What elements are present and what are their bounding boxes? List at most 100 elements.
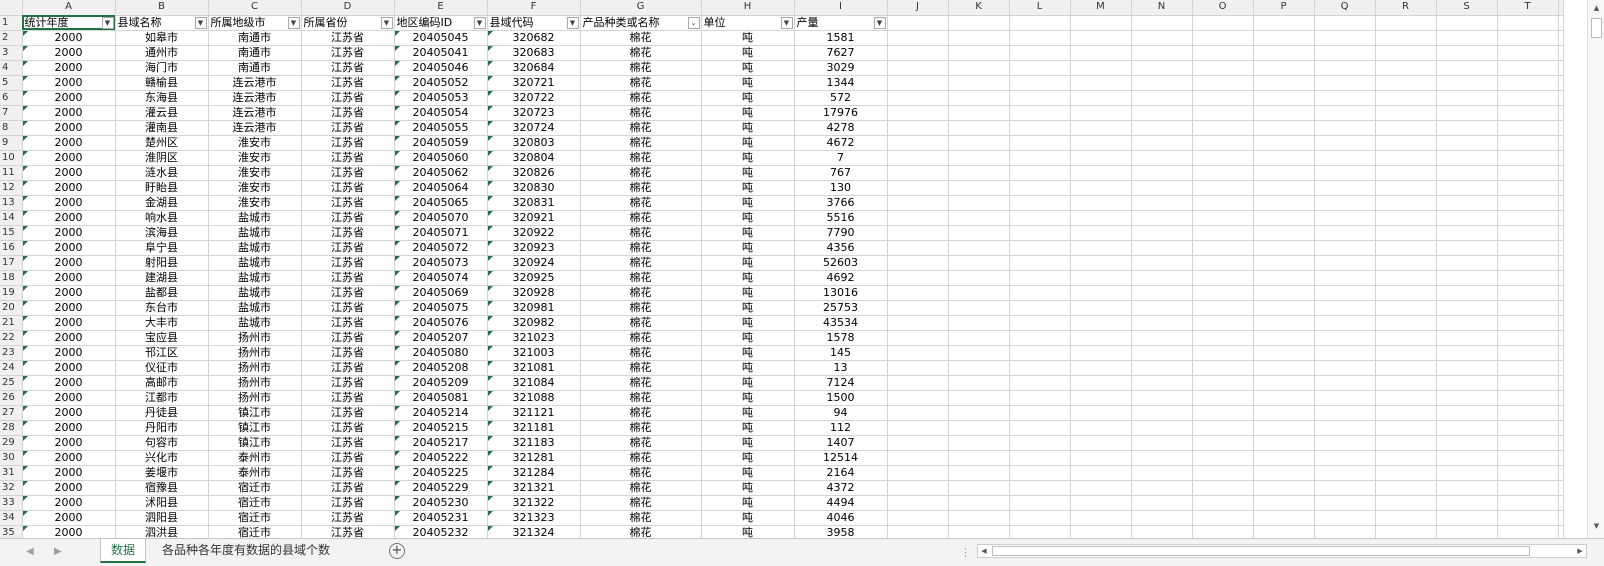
empty-cell[interactable]: [1253, 240, 1315, 256]
header-cell[interactable]: 所属地级市 ▼: [208, 15, 302, 31]
empty-cell[interactable]: [887, 270, 949, 286]
data-cell[interactable]: 4494: [794, 495, 888, 511]
empty-cell[interactable]: [1192, 90, 1254, 106]
empty-cell[interactable]: [1375, 300, 1437, 316]
data-cell[interactable]: 宝应县: [115, 330, 209, 346]
empty-cell[interactable]: [1497, 270, 1559, 286]
empty-cell[interactable]: [1375, 195, 1437, 211]
data-cell[interactable]: 2000: [22, 420, 116, 436]
data-cell[interactable]: 17976: [794, 105, 888, 121]
empty-cell[interactable]: [1314, 45, 1376, 61]
data-cell[interactable]: 江都市: [115, 390, 209, 406]
add-sheet-button[interactable]: +: [389, 543, 405, 559]
empty-cell[interactable]: [1314, 60, 1376, 76]
empty-cell[interactable]: [1192, 510, 1254, 526]
filter-dropdown-icon[interactable]: ▼: [473, 16, 486, 29]
data-cell[interactable]: 江苏省: [301, 285, 395, 301]
empty-cell[interactable]: [1375, 390, 1437, 406]
empty-cell[interactable]: [1375, 360, 1437, 376]
data-cell[interactable]: 吨: [701, 270, 795, 286]
data-cell[interactable]: 棉花: [580, 420, 702, 436]
empty-cell[interactable]: [1192, 180, 1254, 196]
data-cell[interactable]: 吨: [701, 465, 795, 481]
empty-cell[interactable]: [1375, 525, 1437, 538]
data-cell[interactable]: 盐都县: [115, 285, 209, 301]
empty-cell[interactable]: [948, 75, 1010, 91]
data-cell[interactable]: 20405080: [394, 345, 488, 361]
empty-cell[interactable]: [1070, 135, 1132, 151]
empty-cell[interactable]: [1375, 30, 1437, 46]
empty-cell[interactable]: [1436, 450, 1498, 466]
empty-cell[interactable]: [1558, 330, 1564, 346]
empty-cell[interactable]: [1070, 420, 1132, 436]
empty-cell[interactable]: [1497, 480, 1559, 496]
data-cell[interactable]: 2000: [22, 180, 116, 196]
row-header[interactable]: 8: [0, 120, 23, 136]
data-cell[interactable]: 棉花: [580, 135, 702, 151]
data-cell[interactable]: 江苏省: [301, 105, 395, 121]
row-header[interactable]: 22: [0, 330, 23, 346]
empty-cell[interactable]: [1558, 120, 1564, 136]
row-header[interactable]: 19: [0, 285, 23, 301]
empty-cell[interactable]: [1497, 210, 1559, 226]
data-cell[interactable]: 淮安市: [208, 150, 302, 166]
empty-cell[interactable]: [1070, 345, 1132, 361]
empty-cell[interactable]: [1436, 360, 1498, 376]
empty-cell[interactable]: [1558, 375, 1564, 391]
empty-cell[interactable]: [1314, 435, 1376, 451]
data-cell[interactable]: 镇江市: [208, 435, 302, 451]
empty-cell[interactable]: [1009, 420, 1071, 436]
empty-cell[interactable]: [1192, 285, 1254, 301]
data-cell[interactable]: 棉花: [580, 525, 702, 538]
grid-table[interactable]: ABCDEFGHIJKLMNOPQRST 1 统计年度 ▼ 县域名称 ▼ 所属地级市 ▼ 所属…: [0, 0, 1564, 538]
empty-cell[interactable]: [1192, 240, 1254, 256]
data-cell[interactable]: 建湖县: [115, 270, 209, 286]
empty-cell[interactable]: [1070, 45, 1132, 61]
empty-cell[interactable]: [1558, 345, 1564, 361]
data-cell[interactable]: 320830: [487, 180, 581, 196]
column-header-f[interactable]: F: [487, 0, 581, 16]
empty-cell[interactable]: [1070, 75, 1132, 91]
empty-cell[interactable]: [1436, 465, 1498, 481]
data-cell[interactable]: 丹阳市: [115, 420, 209, 436]
data-cell[interactable]: 吨: [701, 195, 795, 211]
data-cell[interactable]: 兴化市: [115, 450, 209, 466]
empty-cell[interactable]: [948, 90, 1010, 106]
column-header-n[interactable]: N: [1131, 0, 1193, 16]
data-cell[interactable]: 20405229: [394, 480, 488, 496]
empty-cell[interactable]: [1009, 255, 1071, 271]
empty-cell[interactable]: [1192, 315, 1254, 331]
empty-cell[interactable]: [887, 525, 949, 538]
data-cell[interactable]: 吨: [701, 240, 795, 256]
data-cell[interactable]: 320724: [487, 120, 581, 136]
data-cell[interactable]: 棉花: [580, 435, 702, 451]
empty-cell[interactable]: [948, 195, 1010, 211]
data-cell[interactable]: 20405041: [394, 45, 488, 61]
column-header-e[interactable]: E: [394, 0, 488, 16]
empty-cell[interactable]: [1375, 75, 1437, 91]
data-cell[interactable]: 江苏省: [301, 300, 395, 316]
empty-cell[interactable]: [1375, 315, 1437, 331]
empty-cell[interactable]: [948, 345, 1010, 361]
data-cell[interactable]: 145: [794, 345, 888, 361]
data-cell[interactable]: 连云港市: [208, 75, 302, 91]
data-cell[interactable]: 盐城市: [208, 210, 302, 226]
empty-cell[interactable]: [1558, 135, 1564, 151]
header-cell[interactable]: 单位 ▼: [701, 15, 795, 31]
empty-cell[interactable]: [1375, 240, 1437, 256]
data-cell[interactable]: 姜堰市: [115, 465, 209, 481]
empty-cell[interactable]: [948, 105, 1010, 121]
empty-cell[interactable]: [1314, 525, 1376, 538]
data-cell[interactable]: 112: [794, 420, 888, 436]
filter-dropdown-icon[interactable]: ▼: [194, 16, 207, 29]
empty-cell[interactable]: [1070, 180, 1132, 196]
data-cell[interactable]: 棉花: [580, 210, 702, 226]
data-cell[interactable]: 吨: [701, 420, 795, 436]
row-header[interactable]: 14: [0, 210, 23, 226]
empty-cell[interactable]: [1436, 375, 1498, 391]
row-header[interactable]: 13: [0, 195, 23, 211]
empty-cell[interactable]: [948, 60, 1010, 76]
empty-cell[interactable]: [887, 165, 949, 181]
empty-cell[interactable]: [1375, 405, 1437, 421]
data-cell[interactable]: 棉花: [580, 225, 702, 241]
